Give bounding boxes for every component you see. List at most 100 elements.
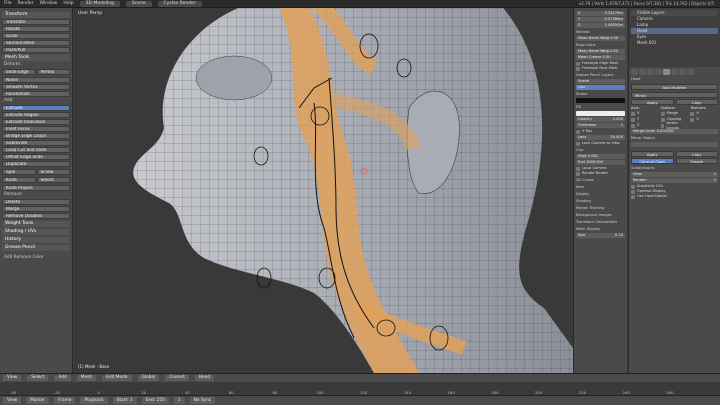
axis-x-check[interactable]: X — [631, 111, 659, 116]
bridge-edge-loops-button[interactable]: Bridge Edge Loops — [2, 133, 70, 139]
randomize-button[interactable]: Randomize — [2, 91, 70, 97]
shading-uvs-header[interactable]: Shading / UVs — [2, 229, 70, 235]
spin-button[interactable]: Spin — [2, 169, 36, 175]
clip-end-field[interactable]: End 1000.000 — [576, 160, 625, 165]
material-tab-icon[interactable] — [679, 69, 686, 75]
data-tab-icon[interactable] — [671, 69, 678, 75]
3d-cursor-panel[interactable]: 3D Cursor — [576, 178, 625, 183]
menu-file[interactable]: File — [4, 1, 12, 6]
transform-panel-header[interactable]: Transform — [2, 12, 70, 18]
end-frame-field[interactable]: End: 250 — [141, 397, 169, 404]
clip-start-field[interactable]: Start 0.001 — [576, 154, 625, 159]
menu-window[interactable]: Window — [40, 1, 58, 6]
location-z-field[interactable]: Z 1.58250m — [576, 23, 625, 28]
grease-pencil-header[interactable]: Grease Pencil — [2, 245, 70, 251]
noise-button[interactable]: Noise — [2, 77, 70, 83]
transform-orientations-panel[interactable]: Transform Orientations — [576, 220, 625, 225]
scene-select[interactable]: Scene — [125, 0, 152, 7]
gp-layer-name[interactable]: Line — [576, 85, 625, 90]
offset-edge-slide-button[interactable]: Offset Edge Slide — [2, 154, 70, 160]
weight-tools-header[interactable]: Weight Tools — [2, 221, 70, 227]
lock-camera-check[interactable]: Lock Camera to View — [576, 141, 625, 146]
timeline-frame-menu[interactable]: Frame — [54, 397, 76, 404]
head-mesh-render[interactable] — [74, 8, 573, 373]
menu-render[interactable]: Render — [18, 1, 34, 6]
subdivide-button[interactable]: Subdivide — [2, 140, 70, 146]
slide-edge-button[interactable]: Slide Edge — [2, 69, 36, 75]
texture-u-check[interactable]: U — [690, 111, 718, 116]
select-menu[interactable]: Select — [27, 375, 49, 381]
simple-button[interactable]: Simple — [675, 158, 718, 164]
mirror-object-field[interactable] — [631, 142, 718, 147]
screen-layout-select[interactable]: 3D Modeling — [79, 0, 120, 7]
extrude-button[interactable]: Extrude — [2, 105, 70, 111]
edge-bevel-weight-field[interactable]: Mean Bevel Weig 0.00 — [576, 49, 625, 54]
duplicate-button[interactable]: Duplicate — [2, 161, 70, 167]
mesh-tools-header[interactable]: Mesh Tools — [2, 55, 70, 61]
add-menu[interactable]: Add — [54, 375, 71, 381]
translate-button[interactable]: Translate — [2, 19, 70, 25]
mean-bevel-weight-field[interactable]: Mean Bevel Weig 0.00 — [576, 36, 625, 41]
thickness-field[interactable]: Thickness 1 — [576, 123, 625, 128]
background-images-panel[interactable]: Background Images — [576, 213, 625, 218]
sync-select[interactable]: No Sync — [189, 397, 216, 404]
render-border-check[interactable]: Render Border — [576, 171, 625, 176]
motion-tracking-panel[interactable]: Motion Tracking — [576, 206, 625, 211]
mirror-copy-button[interactable]: Copy — [675, 99, 718, 105]
remove-doubles-button[interactable]: Remove Doubles — [2, 213, 70, 219]
knife-project-button[interactable]: Knife Project — [2, 185, 70, 191]
texture-tab-icon[interactable] — [687, 69, 694, 75]
start-frame-field[interactable]: Start: 1 — [112, 397, 137, 404]
timeline-view-menu[interactable]: View — [3, 397, 22, 404]
vertex-button[interactable]: Vertex — [36, 69, 70, 75]
modifier-tab-icon[interactable] — [663, 69, 670, 75]
extrude-individual-button[interactable]: Extrude Individual — [2, 119, 70, 125]
freestyle-face-check[interactable]: Freestyle Face Mark — [576, 66, 625, 71]
render-tab-icon[interactable] — [631, 69, 638, 75]
mode-select[interactable]: Edit Mode — [102, 375, 132, 381]
view-levels-field[interactable]: View: 2 — [631, 172, 718, 177]
gp-scene-toggle[interactable]: Scene — [576, 79, 625, 84]
mesh-menu[interactable]: Mesh — [76, 375, 97, 381]
scene-tab-icon[interactable] — [639, 69, 646, 75]
fill-color-swatch[interactable] — [576, 111, 625, 116]
location-x-field[interactable]: X 0.34276m — [576, 11, 625, 16]
opacity-field[interactable]: Opacity 1.000 — [576, 117, 625, 122]
delete-button[interactable]: Delete — [2, 199, 70, 205]
texture-v-check[interactable]: V — [690, 117, 718, 122]
push-pull-button[interactable]: Push/Pull — [2, 47, 70, 53]
world-tab-icon[interactable] — [647, 69, 654, 75]
timeline-playback-menu[interactable]: Playback — [80, 397, 108, 404]
display-panel[interactable]: Display — [576, 192, 625, 197]
add-modifier-button[interactable]: Add Modifier — [631, 84, 718, 90]
location-y-field[interactable]: Y -0.07566m — [576, 17, 625, 22]
axis-z-check[interactable]: Z — [631, 123, 659, 128]
outliner-item-mesh-001[interactable]: Mesh.001 — [631, 40, 718, 46]
merge-button[interactable]: Merge — [2, 206, 70, 212]
object-tab-icon[interactable] — [655, 69, 662, 75]
3d-viewport[interactable]: User Persp (1) Mesh : Base — [74, 8, 573, 373]
mean-crease-field[interactable]: Mean Crease 0.00 — [576, 55, 625, 60]
normals-size-field[interactable]: Size 0.10 — [576, 233, 625, 238]
scale-button[interactable]: Scale — [2, 33, 70, 39]
use-opensubdiv-check[interactable]: Use OpenSubdiv — [631, 194, 718, 199]
mesh-display-panel[interactable]: Mesh Display — [576, 227, 625, 232]
knife-button[interactable]: Knife — [2, 177, 36, 183]
view-menu[interactable]: View — [3, 375, 22, 381]
knife-select-button[interactable]: Select — [36, 177, 70, 183]
render-engine-select[interactable]: Cycles Render — [157, 0, 202, 7]
history-header[interactable]: History — [2, 237, 70, 243]
lens-field[interactable]: Lens 35.000 — [576, 135, 625, 140]
timeline-ruler[interactable]: -40 -20 0 20 40 60 80 100 120 140 160 180 200 220 240 2… — [0, 382, 720, 396]
timeline-marker-menu[interactable]: Marker — [26, 397, 50, 404]
mirror-modifier-header[interactable]: Mirror — [631, 92, 718, 98]
current-frame-field[interactable]: 1 — [173, 397, 185, 404]
extrude-region-button[interactable]: Extrude Region — [2, 112, 70, 118]
stroke-color-swatch[interactable] — [576, 98, 625, 103]
mirror-apply-button[interactable]: Apply — [631, 99, 674, 105]
screw-button[interactable]: Screw — [36, 169, 70, 175]
transform-orientation-select[interactable]: Global — [137, 375, 160, 381]
render-levels-field[interactable]: Render: 2 — [631, 178, 718, 183]
xray-check[interactable]: X Ray — [576, 129, 625, 134]
subsurf-copy-button[interactable]: Copy — [675, 151, 718, 157]
